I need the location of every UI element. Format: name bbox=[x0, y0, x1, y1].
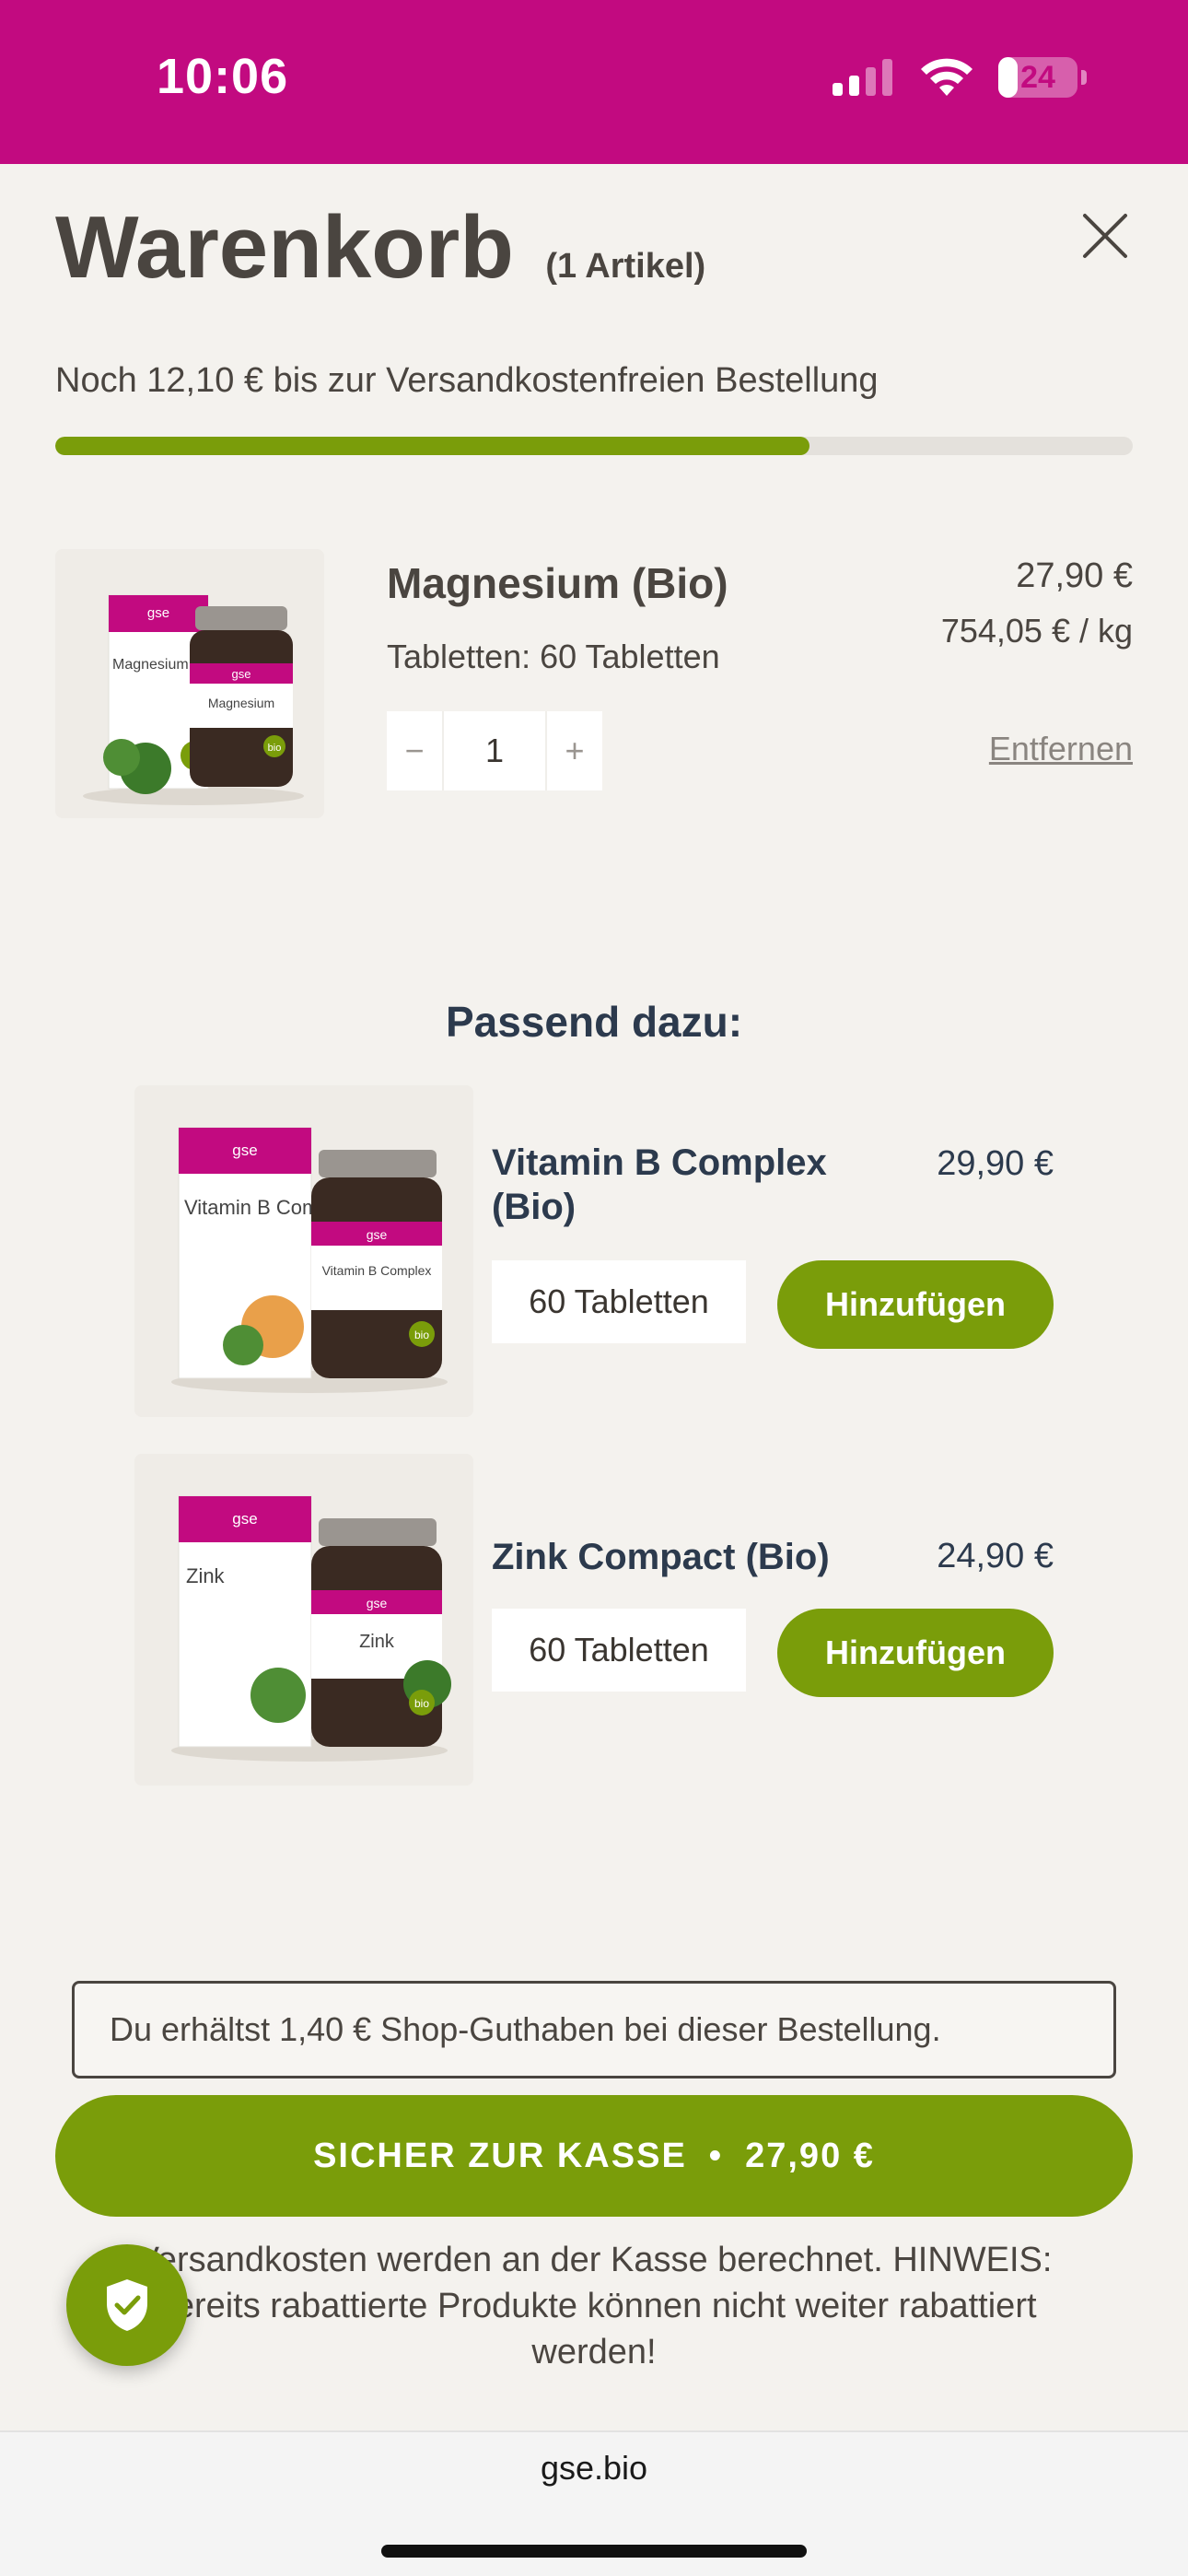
battery-level: 24 bbox=[1020, 60, 1055, 95]
jar-product-label: Magnesium bbox=[208, 696, 274, 710]
related-product-name[interactable]: Vitamin B Complex (Bio) bbox=[492, 1141, 860, 1229]
browser-bottom-bar: gse.bio bbox=[0, 2430, 1188, 2576]
quantity-stepper: − 1 + bbox=[387, 711, 602, 790]
cart-item-unit-price: 754,05 € / kg bbox=[940, 612, 1133, 650]
cart-item-price: 27,90 € bbox=[1016, 556, 1133, 595]
shield-check-icon bbox=[107, 2279, 147, 2331]
checkout-total: 27,90 € bbox=[745, 2136, 875, 2175]
jar-brand-label: gse bbox=[367, 1596, 388, 1610]
status-icons: 24 bbox=[833, 57, 1087, 98]
jar-product-label: Vitamin B Complex bbox=[322, 1263, 432, 1278]
jar-brand-label: gse bbox=[232, 667, 251, 681]
free-shipping-note: Noch 12,10 € bis zur Versandkostenfreien… bbox=[55, 361, 879, 400]
cart-header: Warenkorb (1 Artikel) bbox=[55, 197, 1133, 299]
add-to-cart-button[interactable]: Hinzufügen bbox=[777, 1260, 1054, 1349]
cart-item-name[interactable]: Magnesium (Bio) bbox=[387, 558, 728, 608]
related-product-image[interactable]: gse Vitamin B Complex gse Vitamin B Comp… bbox=[134, 1085, 473, 1417]
related-product-zink: gse Zink gse Zink bio Zink Compact (Bio)… bbox=[134, 1454, 1054, 1786]
battery-indicator: 24 bbox=[998, 57, 1077, 98]
related-product-vitamin-b: gse Vitamin B Complex gse Vitamin B Comp… bbox=[134, 1085, 1054, 1417]
zink-product-image: gse Zink gse Zink bio bbox=[134, 1454, 473, 1786]
related-product-price: 24,90 € bbox=[937, 1537, 1054, 1575]
free-shipping-progress bbox=[55, 437, 1133, 455]
cart-item: gse Magnesium gse Magnesium bio Magnesiu… bbox=[55, 549, 1133, 825]
related-product-name[interactable]: Zink Compact (Bio) bbox=[492, 1535, 860, 1579]
related-products-title: Passend dazu: bbox=[445, 998, 743, 1046]
product-image[interactable]: gse Magnesium gse Magnesium bio bbox=[55, 549, 324, 818]
magnesium-product-image: gse Magnesium gse Magnesium bio bbox=[55, 549, 324, 818]
checkout-label: SICHER ZUR KASSE bbox=[313, 2136, 687, 2175]
trust-badge-button[interactable] bbox=[66, 2244, 188, 2366]
wifi-icon bbox=[921, 58, 973, 96]
close-button[interactable] bbox=[1077, 208, 1133, 263]
add-to-cart-button[interactable]: Hinzufügen bbox=[777, 1609, 1054, 1697]
vitamin-b-product-image: gse Vitamin B Complex gse Vitamin B Comp… bbox=[134, 1085, 473, 1417]
free-shipping-progress-fill bbox=[55, 437, 809, 455]
related-product-image[interactable]: gse Zink gse Zink bio bbox=[134, 1454, 473, 1786]
box-brand-label: gse bbox=[147, 605, 169, 621]
home-indicator[interactable] bbox=[381, 2545, 807, 2558]
shipping-disclaimer: Versandkosten werden an der Kasse berech… bbox=[135, 2241, 1053, 2371]
bio-badge: bio bbox=[268, 743, 282, 754]
item-count: (1 Artikel) bbox=[545, 247, 706, 286]
checkout-button[interactable]: SICHER ZUR KASSE • 27,90 € bbox=[55, 2095, 1133, 2217]
checkout-separator: • bbox=[708, 2136, 724, 2175]
related-product-variant-select[interactable]: 60 Tabletten bbox=[492, 1260, 746, 1343]
quantity-value[interactable]: 1 bbox=[442, 711, 547, 790]
box-product-label: Magnesium bbox=[112, 657, 189, 673]
status-bar: 10:06 24 bbox=[0, 0, 1188, 164]
related-product-variant-select[interactable]: 60 Tabletten bbox=[492, 1609, 746, 1692]
close-icon bbox=[1083, 214, 1127, 258]
box-product-label: Zink bbox=[186, 1564, 226, 1587]
bio-badge: bio bbox=[414, 1697, 429, 1710]
battery-cap bbox=[1081, 70, 1087, 85]
status-time: 10:06 bbox=[157, 49, 289, 104]
quantity-decrement-button[interactable]: − bbox=[387, 711, 442, 790]
related-product-price: 29,90 € bbox=[937, 1144, 1054, 1183]
quantity-increment-button[interactable]: + bbox=[547, 711, 602, 790]
bio-badge: bio bbox=[414, 1329, 429, 1341]
jar-brand-label: gse bbox=[367, 1227, 388, 1242]
box-brand-label: gse bbox=[232, 1510, 257, 1528]
signal-icon bbox=[833, 59, 892, 96]
address-bar[interactable]: gse.bio bbox=[0, 2449, 1188, 2488]
page-title: Warenkorb bbox=[55, 198, 514, 297]
shop-credit-note: Du erhältst 1,40 € Shop-Guthaben bei die… bbox=[72, 1981, 1116, 2078]
remove-item-link[interactable]: Entfernen bbox=[989, 730, 1133, 768]
cart-item-variant: Tabletten: 60 Tabletten bbox=[387, 638, 720, 675]
box-brand-label: gse bbox=[232, 1142, 257, 1159]
jar-product-label: Zink bbox=[359, 1632, 395, 1652]
